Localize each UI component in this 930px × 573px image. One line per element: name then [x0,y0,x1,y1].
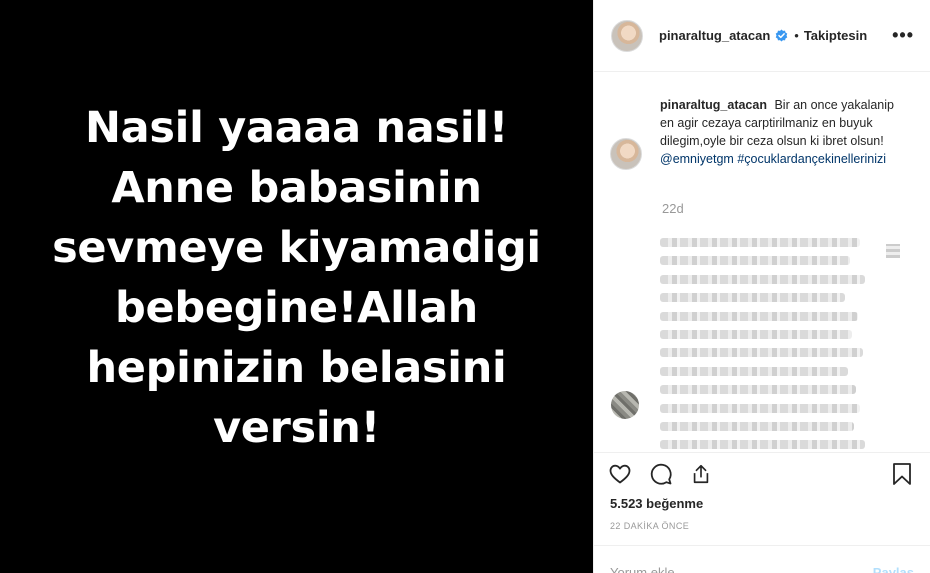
blurred-like-icon [886,244,900,258]
comment-icon[interactable] [647,460,675,488]
divider [594,452,930,453]
caption-mention-link[interactable]: @emniyetgm [660,152,734,166]
bookmark-icon[interactable] [888,460,916,488]
header-username[interactable]: pinaraltug_atacan [659,28,770,43]
avatar[interactable] [611,19,643,52]
image-text-line: bebegine!Allah [115,282,478,333]
post-caption: pinaraltug_atacan Bir an once yakalanip … [610,96,910,170]
heart-icon[interactable] [606,460,634,488]
caption-text: pinaraltug_atacan Bir an once yakalanip … [660,96,900,170]
post-image-text: Nasil yaaaa nasil! Anne babasinin sevmey… [17,98,577,458]
image-text-line: versin! [213,402,380,453]
post-side-panel: pinaraltug_atacan • Takiptesin ••• pinar… [593,0,930,573]
image-text-line: sevmeye kiyamadigi [52,222,541,273]
post-time: 22 DAKİKA ÖNCE [610,521,690,531]
blurred-comment [660,238,870,459]
comment-bar: Paylaş [594,545,930,573]
image-text-line: Nasil yaaaa nasil! [84,102,509,153]
image-text-line: Anne babasinin [111,162,482,213]
post-comment-button[interactable]: Paylaş [873,565,914,573]
follow-status-button[interactable]: Takiptesin [804,28,867,43]
caption-hashtag-link[interactable]: #çocuklardançekinellerinizi [737,152,886,166]
more-options-icon[interactable]: ••• [892,25,914,46]
caption-timestamp[interactable]: 22d [662,201,684,216]
caption-username[interactable]: pinaraltug_atacan [660,98,767,112]
separator-dot: • [794,28,799,43]
avatar[interactable] [610,138,642,170]
image-text-line: hepinizin belasini [86,342,507,393]
like-count[interactable]: 5.523 beğenme [610,496,703,511]
share-icon[interactable] [687,460,715,488]
verified-badge-icon [776,29,788,42]
comment-input[interactable] [610,565,873,573]
post-header: pinaraltug_atacan • Takiptesin ••• [594,0,930,72]
avatar[interactable] [611,391,639,419]
post-image: Nasil yaaaa nasil! Anne babasinin sevmey… [0,0,593,573]
